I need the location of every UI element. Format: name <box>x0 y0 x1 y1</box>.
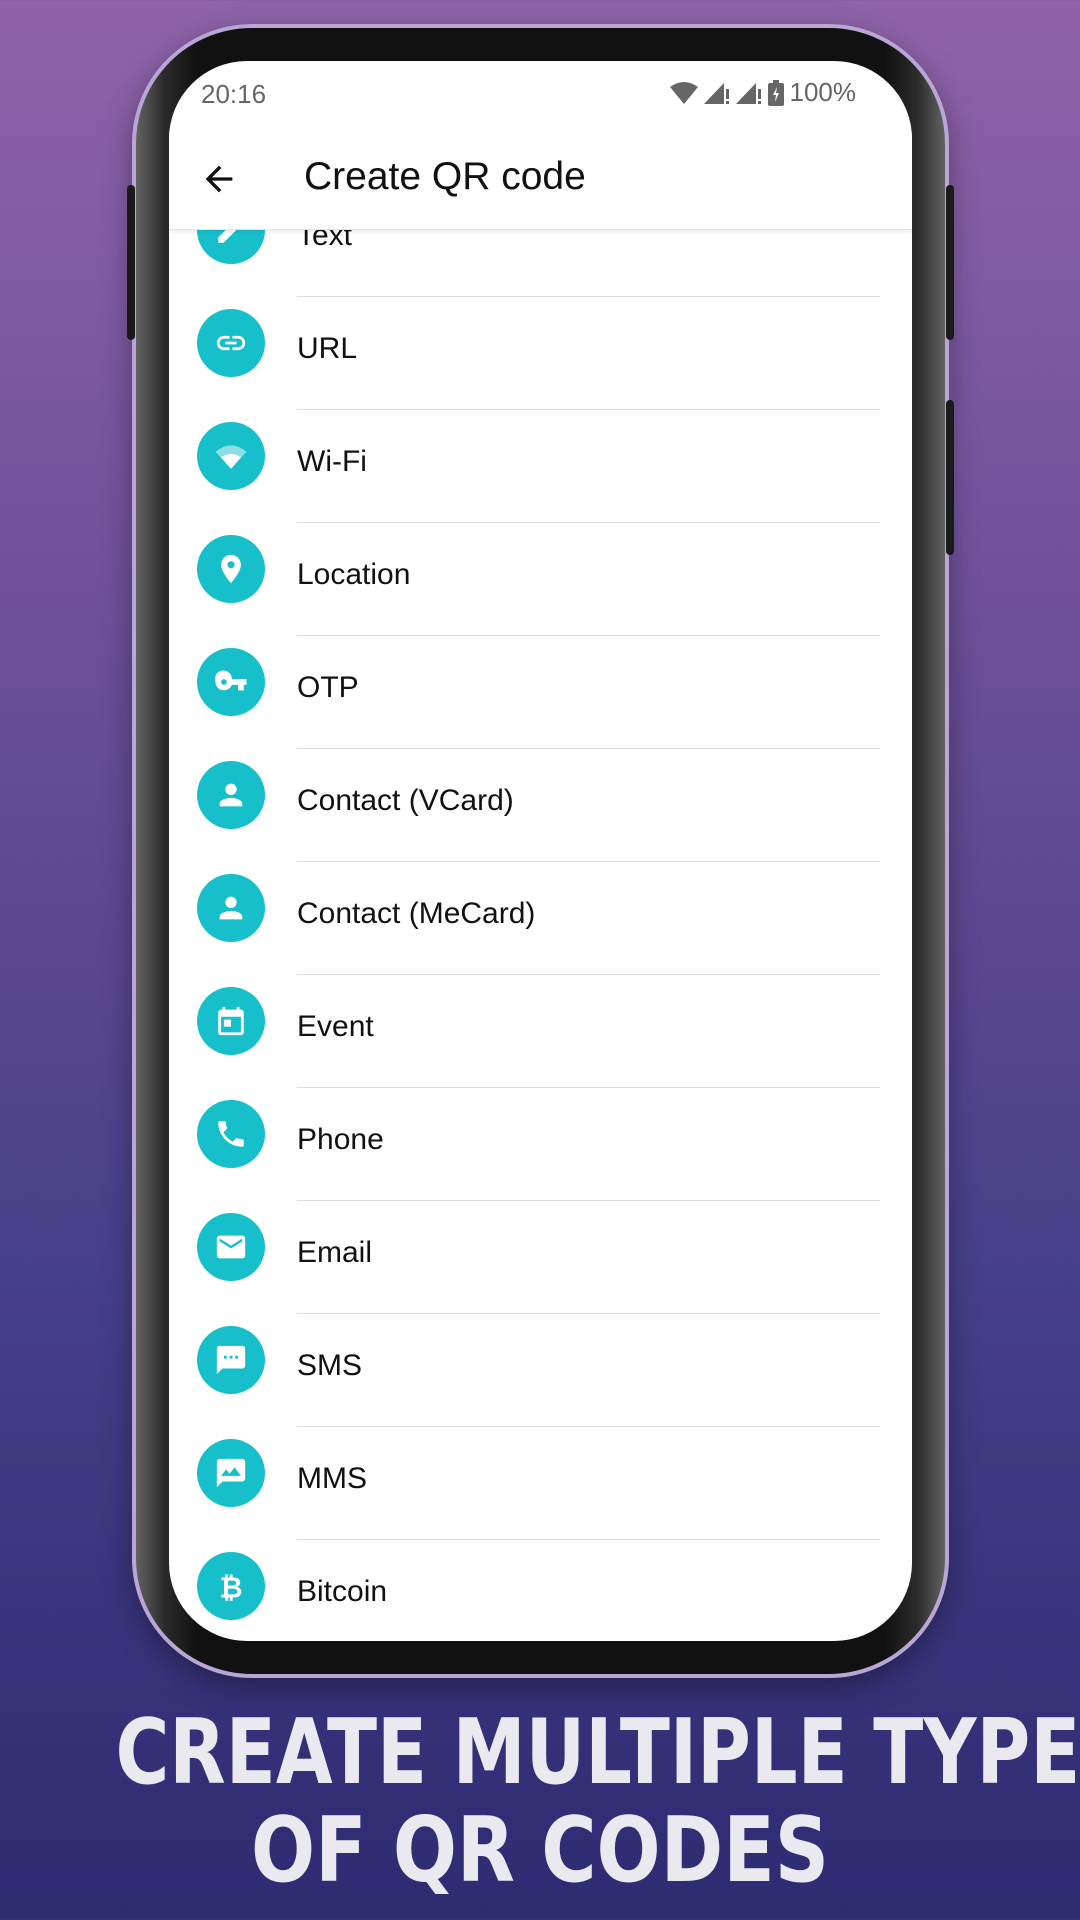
list-item-sms[interactable]: SMS <box>169 1326 912 1483</box>
wifi-icon <box>669 81 698 104</box>
list-item-text[interactable]: Text <box>169 196 912 353</box>
list-item-label: Phone <box>297 1123 384 1156</box>
caption-text: CREATE MULTIPLE TYPES <box>115 1700 1080 1805</box>
phone-icon-badge <box>197 1100 265 1168</box>
promo-caption-line2: OF QR CODES <box>0 1798 1080 1903</box>
divider <box>297 1426 880 1427</box>
battery-percent: 100% <box>789 77 857 107</box>
link-icon-badge <box>197 309 265 377</box>
toolbar: Create QR code <box>169 131 912 230</box>
calendar-icon <box>218 1006 244 1036</box>
wifi-icon <box>215 445 247 469</box>
divider <box>297 296 880 297</box>
phone-side-button <box>946 185 954 340</box>
key-icon <box>214 670 247 691</box>
wifi-icon-badge <box>197 422 265 490</box>
link-icon <box>216 335 246 351</box>
email-icon <box>216 1235 246 1259</box>
list-item-label: Email <box>297 1236 373 1269</box>
email-icon-badge <box>197 1213 265 1281</box>
sms-icon <box>216 1345 246 1375</box>
person-icon <box>219 896 243 920</box>
list-item-label: Location <box>297 558 411 591</box>
divider <box>297 861 880 862</box>
list-item-location[interactable]: Location <box>169 535 912 692</box>
arrow-back-icon[interactable] <box>199 159 239 199</box>
phone-side-button <box>946 400 954 555</box>
battery-charging-icon <box>767 79 784 106</box>
list-item-label: OTP <box>297 671 359 704</box>
list-item-label: Bitcoin <box>297 1575 388 1608</box>
list-item-wi-fi[interactable]: Wi-Fi <box>169 422 912 579</box>
divider <box>297 409 880 410</box>
list-item-email[interactable]: Email <box>169 1213 912 1370</box>
divider <box>297 748 880 749</box>
phone-icon <box>218 1121 244 1147</box>
key-icon-badge <box>197 648 265 716</box>
list-item-label: Event <box>297 1010 374 1043</box>
location-pin-icon-badge <box>197 535 265 603</box>
mms-icon <box>216 1458 246 1488</box>
status-bar: 20:16 100% <box>169 61 912 131</box>
list-item-contact-vcard[interactable]: Contact (VCard) <box>169 761 912 918</box>
svg-text:₿: ₿ <box>219 1571 242 1603</box>
list-item-label: SMS <box>297 1349 363 1382</box>
list-item-bitcoin[interactable]: ₿ Bitcoin <box>169 1552 912 1641</box>
promo-caption-line1: CREATE MULTIPLE TYPES <box>0 1700 1080 1805</box>
bitcoin-icon: ₿ <box>219 1571 242 1603</box>
divider <box>297 522 880 523</box>
list-item-label: Contact (MeCard) <box>297 897 536 930</box>
calendar-icon-badge <box>197 987 265 1055</box>
mms-icon-badge <box>197 1439 265 1507</box>
person-icon-badge <box>197 761 265 829</box>
divider <box>297 1087 880 1088</box>
bitcoin-icon-badge: ₿ <box>197 1552 265 1620</box>
person-icon <box>219 783 243 807</box>
list-item-url[interactable]: URL <box>169 309 912 466</box>
divider <box>297 1539 880 1540</box>
signal-icon <box>735 82 761 104</box>
list-item-label: Wi-Fi <box>297 445 367 478</box>
page-title: Create QR code <box>304 155 586 198</box>
list-item-mms[interactable]: MMS <box>169 1439 912 1596</box>
location-pin-icon <box>221 554 241 584</box>
person-icon-badge <box>197 874 265 942</box>
divider <box>297 1200 880 1201</box>
signal-icon <box>703 82 729 104</box>
list-item-phone[interactable]: Phone <box>169 1100 912 1257</box>
phone-side-button <box>127 185 135 340</box>
list-item-label: URL <box>297 332 358 365</box>
list-item-label: MMS <box>297 1462 367 1495</box>
phone-screen: 20:16 100% Create QR code Text URL Wi-Fi… <box>169 61 912 1641</box>
caption-text: OF QR CODES <box>250 1798 830 1903</box>
list-item-otp[interactable]: OTP <box>169 648 912 805</box>
divider <box>297 1313 880 1314</box>
status-time: 20:16 <box>201 79 267 109</box>
list-item-label: Contact (VCard) <box>297 784 514 817</box>
sms-icon-badge <box>197 1326 265 1394</box>
divider <box>297 635 880 636</box>
list-item-contact-mecard[interactable]: Contact (MeCard) <box>169 874 912 1031</box>
divider <box>297 974 880 975</box>
list-item-event[interactable]: Event <box>169 987 912 1144</box>
